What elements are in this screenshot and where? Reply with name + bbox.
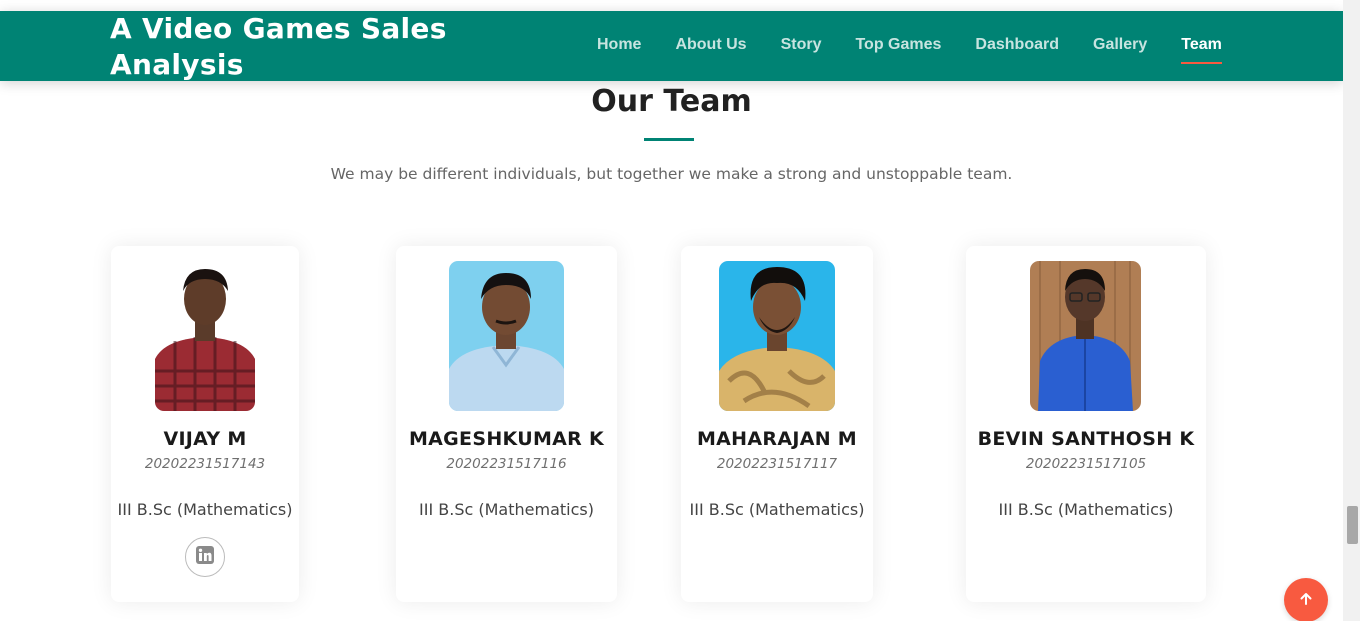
logo-line-1: A Video Games Sales: [110, 12, 447, 45]
member-course: III B.Sc (Mathematics): [117, 500, 293, 519]
member-name: VIJAY M: [163, 428, 247, 450]
nav-gallery[interactable]: Gallery: [1076, 11, 1164, 81]
linkedin-icon: [196, 546, 214, 568]
nav-team[interactable]: Team: [1164, 11, 1239, 81]
main-nav: Home About Us Story Top Games Dashboard …: [580, 11, 1239, 81]
back-to-top-button[interactable]: [1284, 578, 1328, 621]
member-name: MAHARAJAN M: [696, 428, 858, 450]
section-subtitle: We may be different individuals, but tog…: [330, 165, 1013, 183]
linkedin-button[interactable]: [185, 537, 225, 577]
member-id: 20202231517143: [144, 456, 266, 472]
member-id: 20202231517116: [446, 456, 567, 472]
member-photo: [449, 261, 564, 411]
top-strip: [0, 0, 1343, 11]
logo-line-2: Analysis: [110, 48, 244, 81]
section-title: Our Team: [591, 84, 752, 119]
team-card-bevin-santhosh: BEVIN SANTHOSH K 20202231517105 III B.Sc…: [966, 246, 1206, 602]
team-card-mageshkumar: MAGESHKUMAR K 20202231517116 III B.Sc (M…: [396, 246, 617, 602]
team-card-maharajan: MAHARAJAN M 20202231517117 III B.Sc (Mat…: [681, 246, 873, 602]
team-card-vijay: VIJAY M 20202231517143 III B.Sc (Mathema…: [111, 246, 299, 602]
site-logo[interactable]: A Video Games Sales Analysis: [110, 11, 490, 83]
arrow-up-icon: [1299, 591, 1313, 610]
member-name: BEVIN SANTHOSH K: [977, 428, 1195, 450]
member-photo: [155, 261, 255, 411]
member-photo: [1030, 261, 1141, 411]
nav-story[interactable]: Story: [764, 11, 839, 81]
site-header: A Video Games Sales Analysis Home About …: [0, 11, 1343, 81]
nav-top-games[interactable]: Top Games: [838, 11, 958, 81]
scrollbar-thumb[interactable]: [1347, 506, 1358, 544]
nav-dashboard[interactable]: Dashboard: [958, 11, 1076, 81]
title-underline: [644, 138, 694, 141]
nav-about-us[interactable]: About Us: [658, 11, 763, 81]
member-id: 20202231517105: [1025, 456, 1147, 472]
page-scrollbar[interactable]: [1343, 0, 1360, 621]
member-course: III B.Sc (Mathematics): [689, 500, 865, 519]
nav-home[interactable]: Home: [580, 11, 658, 81]
member-name: MAGESHKUMAR K: [408, 428, 605, 450]
member-photo: [719, 261, 835, 411]
member-course: III B.Sc (Mathematics): [419, 500, 594, 519]
member-course: III B.Sc (Mathematics): [998, 500, 1174, 519]
member-id: 20202231517117: [716, 456, 838, 472]
